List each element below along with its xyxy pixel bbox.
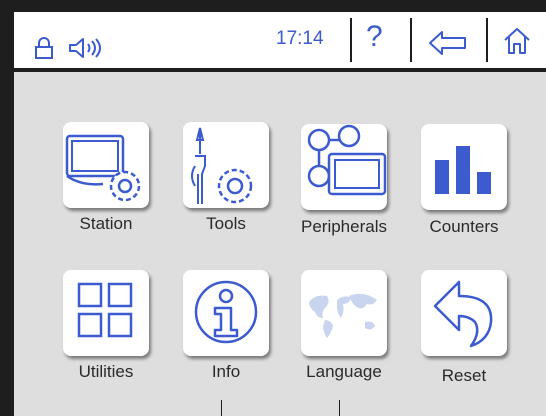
tile-label: Station (79, 214, 133, 233)
device-frame-top (0, 0, 546, 12)
peripherals-icon (307, 124, 387, 196)
device-frame-left (0, 0, 14, 416)
station-icon (65, 134, 141, 202)
station-tile[interactable] (63, 122, 149, 208)
back-arrow-icon[interactable] (428, 30, 468, 56)
tools-icon (191, 127, 253, 204)
touch-screen: 17:14 ? Station Tools Peripherals Counte… (14, 12, 546, 416)
reset-tile[interactable] (421, 270, 507, 356)
callout-line-bottom (221, 400, 222, 416)
language-icon (309, 293, 377, 338)
status-divider (350, 18, 352, 62)
home-icon[interactable] (502, 26, 532, 56)
info-icon (194, 280, 258, 344)
reset-icon (433, 280, 493, 348)
clock-time: 17:14 (276, 28, 324, 49)
tile-label: Utilities (78, 362, 134, 381)
info-tile[interactable] (183, 270, 269, 356)
tile-label: Counters (429, 217, 499, 236)
tile-label: Reset (441, 366, 487, 385)
tools-tile[interactable] (183, 122, 269, 208)
counters-tile[interactable] (421, 124, 507, 210)
tile-label: Peripherals (301, 217, 387, 236)
tile-label: Info (211, 362, 241, 381)
help-button[interactable]: ? (366, 20, 383, 54)
utilities-icon (77, 282, 133, 338)
utilities-tile[interactable] (63, 270, 149, 356)
counters-icon (435, 146, 491, 194)
language-tile[interactable] (301, 270, 387, 356)
status-bar: 17:14 ? (14, 12, 546, 72)
status-divider (410, 18, 412, 62)
tile-label: Tools (206, 214, 246, 233)
peripherals-tile[interactable] (301, 124, 387, 210)
speaker-icon[interactable] (68, 37, 106, 59)
callout-line-bottom (339, 400, 340, 416)
tile-label: Language (306, 362, 382, 381)
status-divider (486, 18, 488, 62)
lock-icon[interactable] (34, 37, 54, 59)
